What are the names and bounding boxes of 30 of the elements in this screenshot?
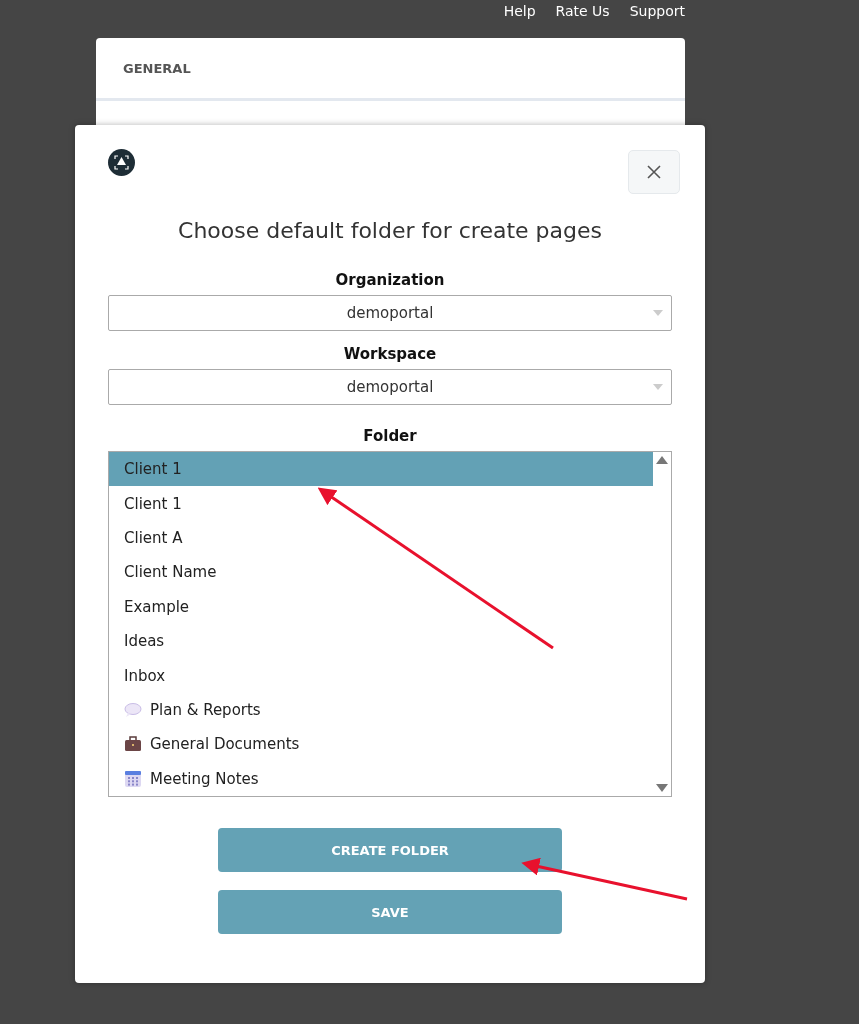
field-label: Folder [362,427,418,445]
field-label: Organization [334,271,446,289]
folder-item[interactable]: Client 1 [109,486,653,521]
folder-item[interactable]: Meeting Notes [109,761,653,796]
section-heading: GENERAL [123,60,191,76]
logo-icon [108,149,135,176]
folder-item[interactable]: Client 1 [109,452,653,487]
folder-item[interactable]: General Documents [109,727,653,762]
folder-item[interactable]: Client Name [109,555,653,590]
dropdown-caret-icon [653,384,663,390]
top-link[interactable]: Rate Us [555,3,610,38]
top-link[interactable]: Help [503,3,536,38]
field-label: Workspace [342,345,438,363]
close-icon [647,165,661,179]
briefcase-icon [124,736,142,753]
calendar-icon [124,769,142,788]
dialog-title: Choose default folder for create pages [177,218,603,243]
scroll-down-icon[interactable] [656,784,668,792]
folder-item[interactable]: Client A [109,520,653,556]
scroll-up-icon[interactable] [656,456,668,464]
speech-bubble-icon [124,701,142,718]
top-link[interactable]: Support [629,3,685,38]
folder-item[interactable]: Ideas [109,623,653,659]
select-field[interactable]: demoportal [108,295,672,331]
dropdown-caret-icon [653,310,663,316]
select-field[interactable]: demoportal [108,369,672,405]
folder-item[interactable]: Example [109,589,653,624]
folder-item[interactable]: Plan & Reports [109,692,653,728]
close-button[interactable] [628,150,680,194]
folder-item[interactable]: Inbox [109,658,653,693]
